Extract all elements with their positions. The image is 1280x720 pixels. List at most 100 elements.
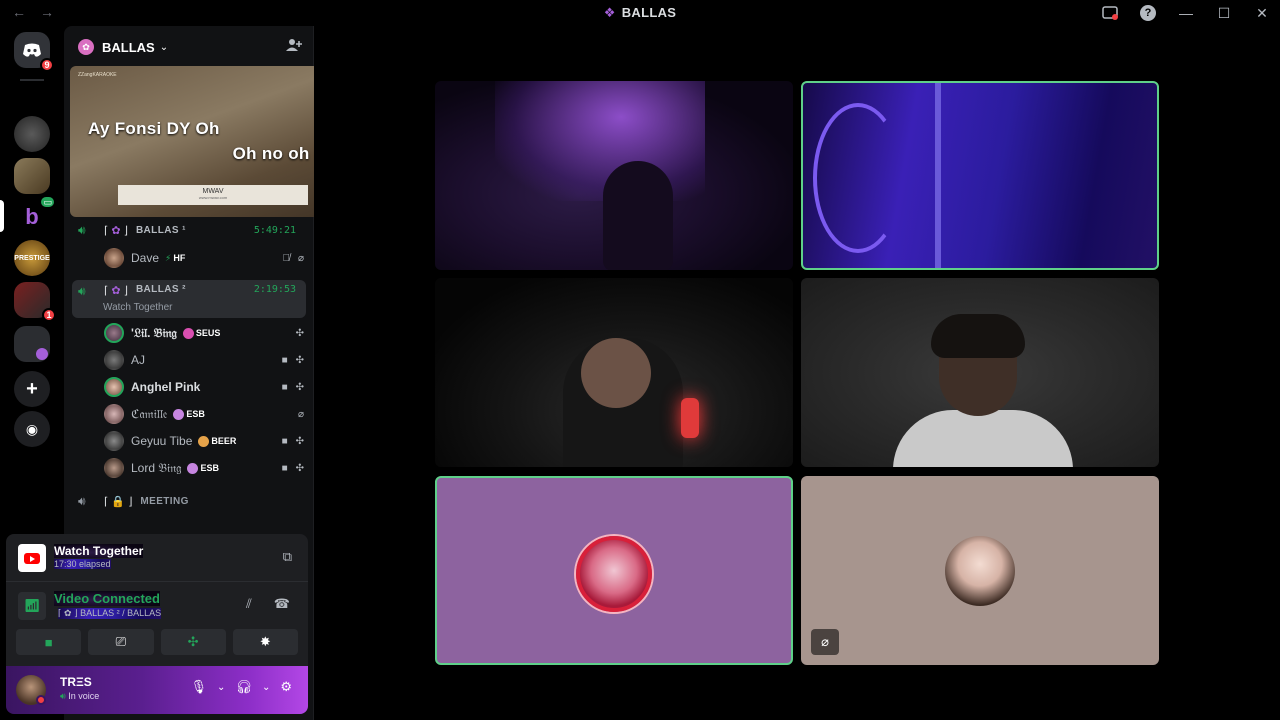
minimize-button[interactable]: — — [1176, 3, 1196, 23]
close-button[interactable]: ✕ — [1252, 3, 1272, 23]
deafened-icon: ⌀ — [297, 252, 304, 264]
signal-icon[interactable]: 📶︎ — [18, 592, 46, 620]
home-button[interactable]: 9 — [14, 32, 54, 72]
activity-button[interactable]: ✣ — [160, 629, 226, 655]
avatar — [104, 458, 124, 478]
ballas-glyph-icon: ❖ — [603, 5, 616, 20]
channel-timer: 5:49:21 — [253, 224, 296, 236]
strip-title: MWAV — [202, 188, 224, 195]
inbox-icon[interactable] — [1100, 3, 1120, 23]
help-icon[interactable]: ? — [1138, 3, 1158, 23]
server-icon-2[interactable] — [14, 158, 50, 194]
video-tile[interactable] — [435, 278, 793, 467]
window-controls: ? — ☐ ✕ — [1100, 3, 1272, 23]
help-glyph: ? — [1140, 5, 1156, 21]
chevron-down-icon: ⌄ — [159, 41, 169, 53]
add-server-button[interactable]: + — [14, 371, 50, 407]
video-tile[interactable] — [435, 81, 793, 270]
member-status-icons: ■ ✣ — [282, 436, 304, 447]
avatar — [104, 323, 124, 343]
muted-mic-icon: ⌀ — [297, 408, 304, 420]
guild-header[interactable]: ✿ BALLAS ⌄ — [64, 26, 314, 68]
karaoke-strip: MWAV www.mwav.com — [118, 185, 308, 205]
rail-divider — [20, 79, 44, 81]
video-icon: ■ — [281, 354, 288, 366]
screen-share-button[interactable]: ⎚ — [88, 629, 154, 655]
voice-member[interactable]: Anghel Pink ■ ✣ — [104, 376, 304, 398]
avatar-tile[interactable]: ⌀ — [801, 476, 1159, 665]
video-icon: ■ — [281, 462, 288, 474]
headphones-icon[interactable]: 🎧︎ — [235, 679, 252, 695]
video-tile[interactable] — [801, 278, 1159, 467]
video-icon: ■ — [281, 435, 288, 447]
settings-gear-icon[interactable]: ⚙ — [280, 679, 292, 695]
channel-name: BALLAS ¹ — [135, 224, 186, 236]
soundboard-button[interactable]: ✸ — [232, 629, 298, 655]
user-controls: 🎙︎ ⌄ 🎧︎ ⌄ ⚙ — [191, 679, 292, 695]
voice-member[interactable]: Lord 𝔅𝔦𝔫𝔤 ESB ■ ✣ — [104, 457, 304, 479]
video-participant-hair — [931, 314, 1025, 358]
voice-channel-meeting[interactable]: 🔊︎ ⌈ 🔒 ⌋ MEETING — [72, 490, 306, 512]
invite-people-icon[interactable] — [286, 38, 302, 56]
member-name: AJ — [131, 353, 146, 367]
channel-bracket: ⌈ ✿ ⌋ — [104, 285, 128, 297]
channel-activity: Watch Together — [103, 302, 173, 313]
voice-member[interactable]: '𝔏𝔦𝔩. 𝔅𝔦𝔫𝔤 SEUS ✣ — [104, 322, 304, 344]
speaker-icon: 🔊︎ — [78, 223, 86, 237]
video-light — [495, 81, 705, 201]
video-icon: ■ — [281, 381, 288, 393]
server-icon-prestige[interactable]: PRESTIGE — [14, 240, 50, 276]
server-folder[interactable]: 1 — [14, 282, 56, 322]
avatar-tile-speaking[interactable] — [435, 476, 793, 665]
noise-suppression-icon[interactable]: ⫽ — [246, 596, 252, 612]
member-name: ℭ𝔞𝔪𝔦𝔩𝔩𝔢 — [131, 406, 168, 421]
server-icon-ballas[interactable]: b ▭ — [14, 195, 56, 235]
channel-name: BALLAS ² — [135, 284, 186, 295]
maximize-button[interactable]: ☐ — [1214, 3, 1234, 23]
member-status-icons: 🎙̸ ⌀ — [282, 253, 304, 264]
voice-channel-ballas-2[interactable]: 🔊︎ ⌈ ✿ ⌋ BALLAS ² 2:19:53 Watch Together — [72, 280, 306, 318]
activity-icon: ✣ — [295, 354, 304, 366]
muted-mic-icon: ⌀ — [811, 629, 839, 655]
mic-options-chevron-icon[interactable]: ⌄ — [217, 682, 225, 693]
video-object — [935, 83, 941, 268]
member-tag: SEUS — [182, 327, 220, 339]
participant-avatar — [576, 536, 652, 612]
server-icon-1[interactable] — [14, 116, 50, 152]
voice-location[interactable]: ⌈ ✿ ⌋ BALLAS ² / BALLAS — [58, 608, 162, 619]
member-tag: ESB — [187, 462, 219, 474]
channel-name: MEETING — [140, 495, 189, 507]
selected-pill — [0, 200, 4, 232]
member-name: Anghel Pink — [131, 380, 201, 394]
speaker-icon: 🔊︎ — [78, 494, 86, 508]
server-folder-2[interactable] — [14, 326, 50, 362]
discover-compass-icon[interactable]: ◉ — [14, 411, 50, 447]
voice-channel-ballas-1[interactable]: 🔊︎ ⌈ ✿ ⌋ BALLAS ¹ 5:49:21 — [72, 219, 306, 241]
voice-status[interactable]: Video Connected — [54, 591, 160, 606]
voice-member[interactable]: AJ ■ ✣ — [104, 349, 304, 371]
activity-panel: Watch Together 17:30 elapsed ⧉ — [6, 534, 308, 582]
microphone-icon[interactable]: 🎙︎ — [191, 679, 208, 695]
avatar — [104, 248, 124, 268]
voice-member[interactable]: ℭ𝔞𝔪𝔦𝔩𝔩𝔢 ESB ⌀ — [104, 403, 304, 425]
video-tile-speaking[interactable] — [801, 81, 1159, 270]
activity-icon: ✣ — [295, 462, 304, 474]
server-folder-badge: 1 — [42, 308, 56, 322]
voice-panel: Watch Together 17:30 elapsed ⧉ 📶︎ Video … — [6, 534, 308, 666]
member-name: '𝔏𝔦𝔩. 𝔅𝔦𝔫𝔤 — [131, 325, 177, 340]
activity-icon: ✣ — [295, 381, 304, 393]
voice-member[interactable]: Dave ⚡ HF 🎙̸ ⌀ — [104, 247, 304, 269]
window-title-text: BALLAS — [621, 5, 677, 20]
audio-options-chevron-icon[interactable]: ⌄ — [262, 682, 270, 693]
disconnect-icon[interactable]: ☎ — [274, 596, 290, 612]
call-controls: ■ ⎚ ✣ ✸ — [16, 629, 298, 657]
camera-button[interactable]: ■ — [16, 629, 82, 655]
activity-watermark: ZZangKARAOKE — [78, 72, 117, 78]
voice-member[interactable]: Geyuu Tibe BEER ■ ✣ — [104, 430, 304, 452]
channel-bracket: ⌈ 🔒 ⌋ — [104, 495, 133, 508]
username[interactable]: TRΞS — [60, 675, 92, 689]
popout-icon[interactable]: ⧉ — [283, 549, 292, 565]
guild-icon: ✿ — [78, 39, 94, 55]
window-title: ❖ BALLAS — [0, 5, 1280, 21]
avatar — [104, 404, 124, 424]
